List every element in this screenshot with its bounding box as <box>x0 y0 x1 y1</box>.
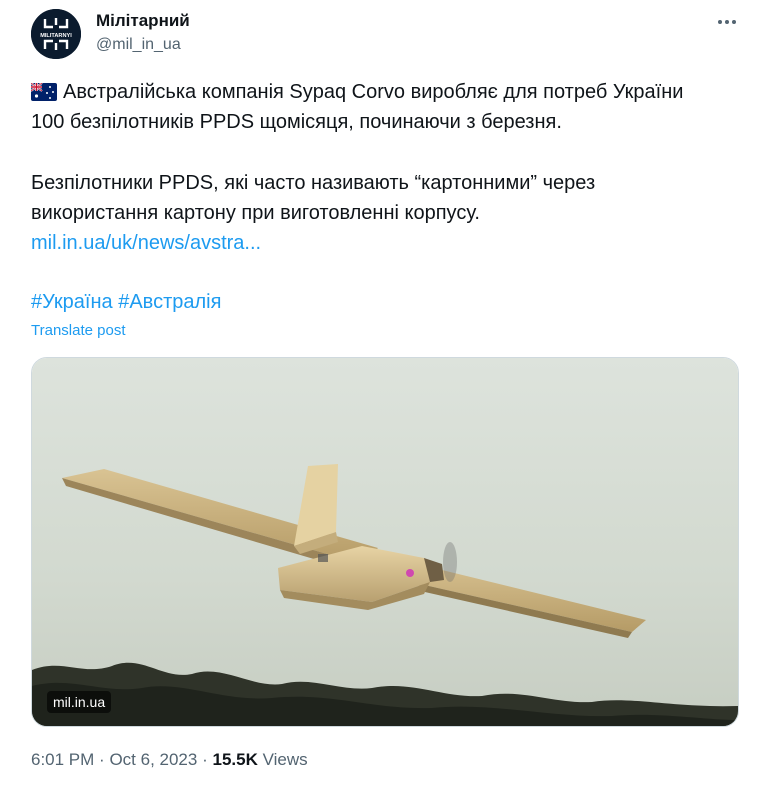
tweet-line-2: 100 безпілотників PPDS щомісяця, починаю… <box>31 111 562 133</box>
hashtag-australia[interactable]: #Австралія <box>118 291 221 313</box>
meta-separator: · <box>202 750 208 769</box>
article-link[interactable]: mil.in.ua/uk/news/avstra... <box>31 232 261 254</box>
tweet-line-3: Безпілотники PPDS, які часто називають “… <box>31 172 596 194</box>
tweet-date[interactable]: Oct 6, 2023 <box>109 750 197 769</box>
australia-flag-icon <box>30 80 57 110</box>
hashtags-row: #Україна #Австралія <box>31 287 731 317</box>
more-dots-icon <box>718 20 736 24</box>
avatar[interactable]: MILITARNYI <box>31 9 81 59</box>
avatar-text: MILITARNYI <box>40 33 72 39</box>
hashtag-ukraine[interactable]: #Україна <box>31 291 113 313</box>
media-source-badge: mil.in.ua <box>47 691 112 713</box>
tweet-time[interactable]: 6:01 PM <box>31 750 94 769</box>
tweet-link-row: mil.in.ua/uk/news/avstra... <box>31 228 731 258</box>
tweet-line-4: використання картону при виготовленні ко… <box>31 202 480 224</box>
views-count[interactable]: 15.5K <box>212 750 257 769</box>
views-label[interactable]: Views <box>263 750 308 769</box>
more-button[interactable] <box>710 8 744 36</box>
militarnyi-logo-icon: MILITARNYI <box>31 9 81 59</box>
cardboard-drone-photo <box>32 358 738 726</box>
author-name[interactable]: Мілітарний <box>96 11 190 31</box>
tweet-text-line-1: Австралійська компанія Sypaq Corvo вироб… <box>30 77 731 110</box>
media-image[interactable]: mil.in.ua <box>31 357 739 727</box>
meta-separator: · <box>99 750 105 769</box>
tweet-line-1: Австралійська компанія Sypaq Corvo вироб… <box>63 81 684 103</box>
translate-post-link[interactable]: Translate post <box>31 322 126 339</box>
tweet-meta: 6:01 PM · Oct 6, 2023 · 15.5K Views <box>31 750 308 770</box>
author-handle[interactable]: @mil_in_ua <box>96 36 181 54</box>
tweet: MILITARNYI Мілітарний @mil_in_ua Австрал… <box>0 0 761 791</box>
